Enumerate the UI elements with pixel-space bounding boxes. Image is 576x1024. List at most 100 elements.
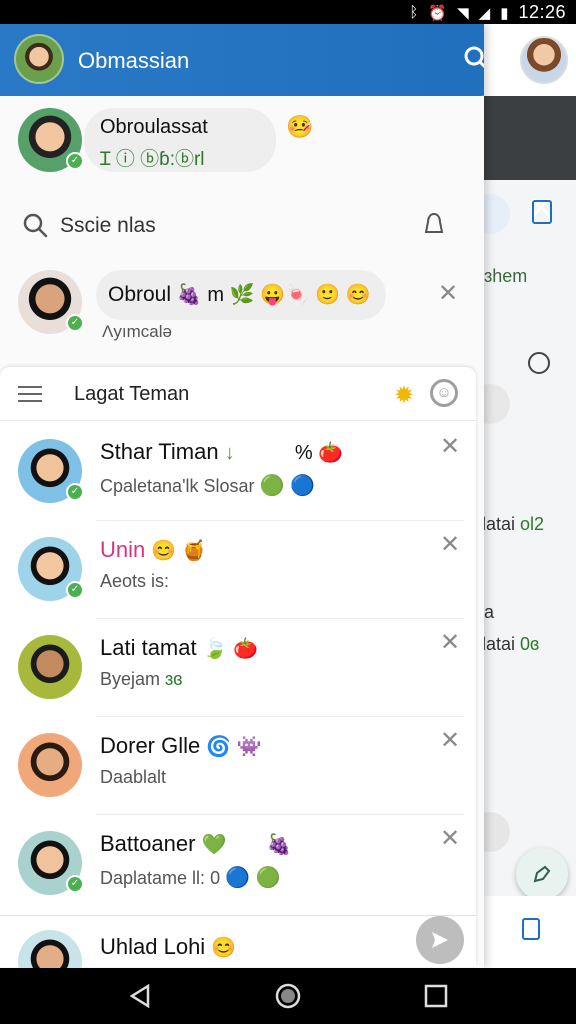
wifi-icon: ◥ xyxy=(457,4,469,22)
emoji-icon: ↓ xyxy=(224,442,235,464)
close-icon[interactable]: ✕ xyxy=(440,631,460,655)
avatar[interactable] xyxy=(18,635,82,699)
clipboard-icon[interactable] xyxy=(532,200,552,224)
friend-name: Battoaner 💚 🍇 xyxy=(100,831,292,856)
navigation-drawer: Obmassian ✓ Obroulassat Ɪ ⓘ ⓑɓ:ⓑrl 🤒 Ssc… xyxy=(0,24,484,968)
friend-subtitle: Cpaletana'lk Slosar 🟢 🔵 xyxy=(100,475,315,497)
status-icons: ᛒ ⏰ ◥ ◢ ▮ 12:26 xyxy=(409,2,566,23)
online-badge: ✓ xyxy=(66,483,84,501)
emoji-icon: 🍇 xyxy=(266,834,292,856)
app-title: Obmassian xyxy=(78,48,190,73)
close-icon[interactable]: ✕ xyxy=(438,282,458,306)
friend-name: Lati tamat 🍃 🍅 xyxy=(100,635,259,660)
friend-name: Sthar Timan ↓ % 🍅 xyxy=(100,439,344,464)
emoji-icon: 🟢 🔵 xyxy=(259,475,315,497)
friend-subtitle: Daplatame ll: 0 🔵 🟢 xyxy=(100,867,281,889)
emoji-icon: 😊 xyxy=(211,937,237,959)
background-avatar[interactable] xyxy=(520,36,568,84)
background-item: latai 0ɞ xyxy=(482,634,540,654)
avatar[interactable]: ✓ xyxy=(18,270,84,334)
background-bubble xyxy=(480,812,510,852)
list-item[interactable]: Lati tamat 🍃 🍅 Byejam ɜɞ ✕ xyxy=(0,619,476,717)
profile-section[interactable]: ✓ Obroulassat Ɪ ⓘ ⓑɓ:ⓑrl 🤒 xyxy=(0,96,484,196)
status-time: 12:26 xyxy=(518,2,566,22)
profile-name: Obroulassat xyxy=(100,116,208,138)
background-item: ɜhem xyxy=(484,266,528,286)
background-item: a xyxy=(484,602,495,622)
compose-icon xyxy=(533,865,551,883)
avatar[interactable] xyxy=(18,930,82,968)
avatar[interactable] xyxy=(18,733,82,797)
emoji-icon: 🍃 🍅 xyxy=(202,638,259,660)
friends-panel-title: Lagat Teman xyxy=(74,383,190,405)
recents-icon[interactable] xyxy=(422,982,450,1010)
friend-name: Unin 😊 🍯 xyxy=(100,537,207,562)
friend-name: Dorer Glle 🌀 👾 xyxy=(100,733,262,758)
battery-icon: ▮ xyxy=(500,4,509,22)
status-bar: ᛒ ⏰ ◥ ◢ ▮ 12:26 xyxy=(0,0,576,24)
close-icon[interactable]: ✕ xyxy=(440,533,460,557)
emoji-icon: 🔵 🟢 xyxy=(225,867,281,889)
featured-text: Obroul 🍇 m 🌿 😛🍬 🙂 😊 xyxy=(108,283,371,306)
list-item[interactable]: ✓ Battoaner 💚 🍇 Daplatame ll: 0 🔵 🟢 ✕ xyxy=(0,815,476,913)
close-icon[interactable]: ✕ xyxy=(440,827,460,851)
featured-chat[interactable]: ✓ Obroul 🍇 m 🌿 😛🍬 🙂 😊 Ʌyımcalǝ ✕ xyxy=(0,260,484,360)
avatar[interactable]: ✓ xyxy=(18,831,84,895)
search-icon xyxy=(23,213,48,238)
friend-subtitle: Aeots is: xyxy=(100,571,170,591)
friend-name: Uhlad Lohi 😊 xyxy=(100,934,237,959)
send-icon xyxy=(432,932,448,948)
emoji-icon: 🌀 👾 xyxy=(206,736,262,758)
close-icon[interactable]: ✕ xyxy=(440,435,460,459)
list-item[interactable]: Dorer Glle 🌀 👾 Daablalt ✕ xyxy=(0,717,476,815)
list-item[interactable]: ✓ Sthar Timan ↓ % 🍅 Cpaletana'lk Slosar … xyxy=(0,423,476,521)
list-item[interactable]: Uhlad Lohi 😊 xyxy=(0,915,476,968)
emoji-icon: 🍇 m 🌿 😛🍬 🙂 😊 xyxy=(176,284,371,306)
sun-icon[interactable]: ✹ xyxy=(394,381,414,410)
background-item: latai ol2 xyxy=(482,514,545,534)
background-app: ✕ ɜhem latai ol2 a latai 0ɞ xyxy=(480,24,576,968)
list-item[interactable]: ✓ Unin 😊 🍯 Aeots is: ✕ xyxy=(0,521,476,619)
friends-panel-header: Lagat Teman ✹ ☺ xyxy=(0,367,476,421)
online-badge: ✓ xyxy=(66,152,84,170)
online-badge: ✓ xyxy=(66,314,84,332)
background-bubble xyxy=(480,384,510,424)
clipboard-icon[interactable] xyxy=(522,918,540,940)
search-input[interactable]: Sscie nlas xyxy=(60,214,156,238)
app-bar: Obmassian xyxy=(0,24,484,96)
avatar[interactable]: ✓ xyxy=(18,537,84,601)
signal-icon: ◢ xyxy=(478,4,491,22)
online-badge: ✓ xyxy=(66,581,84,599)
background-bottom-bar xyxy=(480,896,576,968)
emoji-icon: % 🍅 xyxy=(294,442,344,464)
close-icon[interactable]: ✕ xyxy=(440,729,460,753)
person-icon[interactable] xyxy=(420,210,448,238)
avatar[interactable]: ✓ xyxy=(18,108,84,172)
background-toolbar xyxy=(480,192,576,242)
alarm-icon: ⏰ xyxy=(428,4,448,22)
profile-status: Ɪ ⓘ ⓑɓ:ⓑrl xyxy=(100,149,205,170)
search-row[interactable]: Sscie nlas xyxy=(0,200,484,256)
system-nav-bar xyxy=(0,968,576,1024)
avatar[interactable]: ✓ xyxy=(18,439,84,503)
background-dark-bar: ✕ xyxy=(480,96,576,224)
user-avatar[interactable] xyxy=(14,34,64,84)
search-icon[interactable] xyxy=(462,44,484,74)
compose-fab[interactable] xyxy=(516,848,568,900)
smiley-icon[interactable]: ☺ xyxy=(430,379,458,407)
friend-subtitle: Byejam ɜɞ xyxy=(100,669,183,689)
share-icon[interactable] xyxy=(528,352,550,374)
back-icon[interactable] xyxy=(126,982,154,1010)
menu-icon[interactable] xyxy=(18,385,42,403)
online-badge: ✓ xyxy=(66,875,84,893)
emoji-icon: 😊 🍯 xyxy=(151,540,207,562)
edit-icon[interactable] xyxy=(480,194,510,234)
bluetooth-icon: ᛒ xyxy=(409,4,419,21)
emoji-icon: 💚 xyxy=(201,834,227,856)
featured-subtitle: Ʌyımcalǝ xyxy=(102,322,172,341)
send-button[interactable] xyxy=(416,916,464,964)
background-topbar xyxy=(480,24,576,96)
friends-panel: Lagat Teman ✹ ☺ ✓ Sthar Timan ↓ % 🍅 Cpal… xyxy=(0,367,476,968)
emoji-icon: 🤒 xyxy=(286,114,314,139)
home-icon[interactable] xyxy=(274,982,302,1010)
